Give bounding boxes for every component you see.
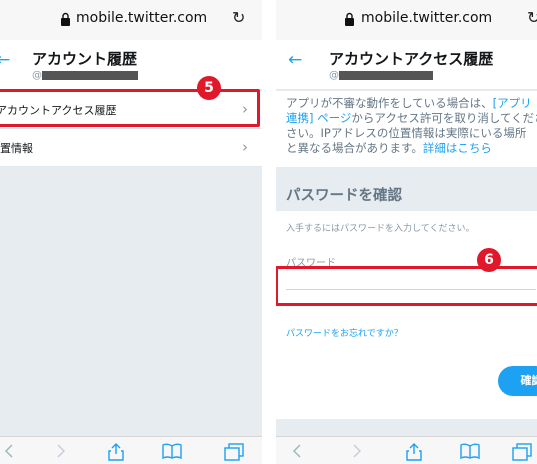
page-header: ← アカウント履歴 @	[0, 40, 262, 90]
forgot-password-link[interactable]: パスワードをお忘れですか？	[286, 326, 403, 339]
page-header: ← アカウントアクセス履歴 @	[276, 40, 537, 90]
tabs-icon[interactable]	[512, 443, 532, 461]
username-at: @	[329, 70, 339, 81]
address-bar[interactable]: mobile.twitter.com ↻	[276, 0, 537, 40]
right-phone-screen: mobile.twitter.com ↻ ← アカウントアクセス履歴 @ アプリ…	[276, 0, 537, 464]
learn-more-link[interactable]: 詳細はこちら	[423, 141, 492, 155]
highlight-box	[276, 266, 537, 306]
share-icon[interactable]	[406, 443, 422, 461]
browser-toolbar	[0, 436, 262, 464]
bookmarks-icon[interactable]	[162, 443, 182, 459]
chevron-right-icon: ›	[242, 138, 248, 156]
share-icon[interactable]	[108, 443, 124, 461]
confirm-password-heading: パスワードを確認	[286, 188, 402, 204]
back-icon[interactable]: ←	[288, 50, 302, 70]
highlight-box	[0, 89, 260, 127]
panel-divider	[262, 0, 276, 464]
menu-item-location[interactable]: 位置情報 ›	[0, 129, 262, 167]
app-link[interactable]: [アプリ	[493, 96, 532, 110]
page-title: アカウントアクセス履歴	[329, 50, 494, 68]
forward-nav-icon[interactable]	[352, 443, 362, 459]
redacted-username	[339, 71, 433, 80]
back-nav-icon[interactable]	[292, 443, 302, 459]
browser-toolbar	[276, 436, 537, 464]
redacted-username	[42, 71, 138, 80]
step-badge: 6	[477, 248, 501, 272]
password-form	[276, 211, 537, 419]
tabs-icon[interactable]	[224, 443, 244, 461]
forward-nav-icon[interactable]	[56, 443, 66, 459]
lock-icon	[61, 12, 70, 26]
confirm-button[interactable]: 確認	[498, 366, 537, 396]
address-text: mobile.twitter.com	[361, 10, 493, 26]
instruction-text: 入手するにはパスワードを入力してください。	[286, 224, 475, 234]
address-text: mobile.twitter.com	[76, 10, 208, 26]
left-phone-screen: mobile.twitter.com ↻ ← アカウント履歴 @ アカウントアク…	[0, 0, 262, 464]
username-at: @	[32, 70, 42, 81]
back-nav-icon[interactable]	[4, 443, 14, 459]
back-icon[interactable]: ←	[0, 50, 10, 70]
address-bar[interactable]: mobile.twitter.com ↻	[0, 0, 262, 40]
lock-icon	[345, 12, 354, 26]
reload-icon[interactable]: ↻	[527, 8, 537, 27]
reload-icon[interactable]: ↻	[232, 8, 245, 27]
menu-item-label: 位置情報	[0, 142, 33, 155]
app-link-continued[interactable]: 連携] ページ	[286, 111, 351, 125]
bookmarks-icon[interactable]	[460, 443, 480, 459]
description-text: アプリが不審な動作をしている場合は、[アプリ 連携] ページからアクセス許可を取…	[286, 96, 537, 155]
step-badge: 5	[197, 76, 221, 100]
page-title: アカウント履歴	[32, 50, 138, 68]
